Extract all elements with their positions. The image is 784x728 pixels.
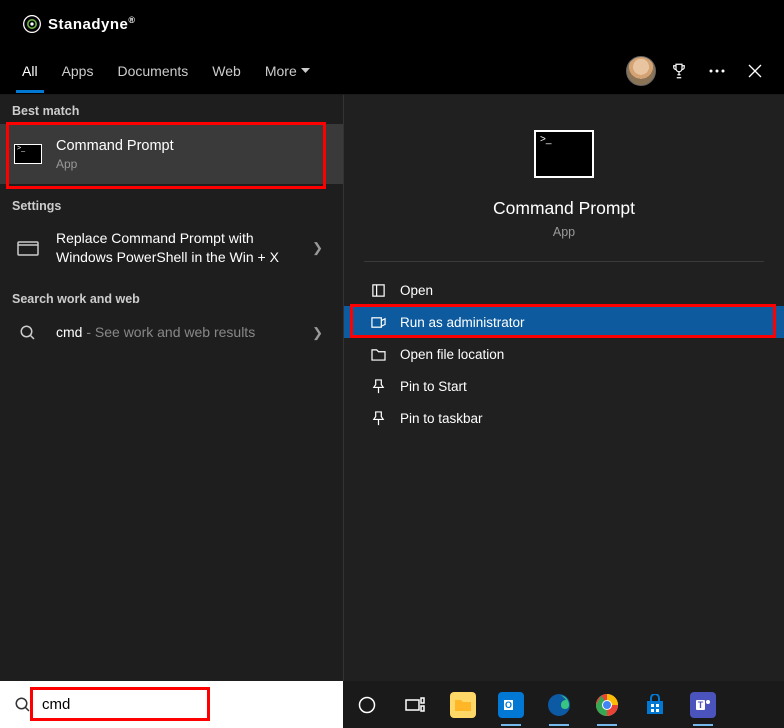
- action-pin-to-start[interactable]: Pin to Start: [344, 370, 784, 402]
- search-box[interactable]: [0, 681, 343, 728]
- avatar-icon: [626, 56, 656, 86]
- detail-title: Command Prompt: [384, 198, 744, 219]
- edge-icon: [546, 692, 572, 718]
- action-label: Open file location: [400, 347, 504, 362]
- task-view-icon: [405, 697, 425, 713]
- cortana-button[interactable]: [343, 681, 391, 728]
- pin-icon: [370, 410, 386, 426]
- chevron-right-icon: ❯: [312, 325, 323, 341]
- taskbar-file-explorer[interactable]: [439, 681, 487, 728]
- action-pin-to-taskbar[interactable]: Pin to taskbar: [344, 402, 784, 434]
- action-label: Run as administrator: [400, 315, 525, 330]
- best-match-result[interactable]: Command Prompt App: [0, 124, 343, 184]
- tab-web[interactable]: Web: [200, 50, 253, 92]
- brand-logo: Stanadyne®: [22, 14, 136, 34]
- close-icon: [748, 64, 762, 78]
- trophy-icon: [670, 62, 688, 80]
- web-result-prefix: cmd: [56, 324, 82, 340]
- result-subtitle: App: [56, 157, 329, 171]
- tab-all[interactable]: All: [10, 50, 50, 92]
- command-prompt-icon-large: [534, 130, 594, 178]
- brand-icon: [22, 14, 42, 34]
- taskbar: O T: [343, 681, 784, 728]
- search-results-panel: Best match Command Prompt App Settings R…: [0, 95, 784, 681]
- web-label: Search work and web: [0, 283, 343, 312]
- chevron-down-icon: [301, 68, 310, 74]
- close-button[interactable]: [736, 47, 774, 95]
- store-icon: [642, 692, 668, 718]
- taskbar-outlook[interactable]: O: [487, 681, 535, 728]
- brand-name: Stanadyne®: [48, 15, 136, 33]
- detail-subtitle: App: [384, 225, 744, 239]
- result-title: Command Prompt: [56, 137, 329, 156]
- results-list: Best match Command Prompt App Settings R…: [0, 95, 343, 681]
- pin-icon: [370, 378, 386, 394]
- settings-result-title: Replace Command Prompt with Windows Powe…: [56, 229, 298, 267]
- search-icon: [14, 322, 42, 344]
- chevron-right-icon: ❯: [312, 240, 323, 256]
- task-view-button[interactable]: [391, 681, 439, 728]
- options-button[interactable]: [698, 47, 736, 95]
- action-label: Open: [400, 283, 433, 298]
- taskbar-store[interactable]: [631, 681, 679, 728]
- detail-header: Command Prompt App: [364, 95, 764, 262]
- action-label: Pin to taskbar: [400, 411, 483, 426]
- outlook-icon: O: [498, 692, 524, 718]
- teams-icon: T: [690, 692, 716, 718]
- taskbar-chrome[interactable]: [583, 681, 631, 728]
- action-open-file-location[interactable]: Open file location: [344, 338, 784, 370]
- result-detail-panel: Command Prompt App Open Run as administr…: [343, 95, 784, 681]
- user-avatar[interactable]: [622, 47, 660, 95]
- web-result[interactable]: cmd - See work and web results ❯: [0, 312, 343, 354]
- web-result-suffix: - See work and web results: [82, 324, 255, 340]
- brand-bar: Stanadyne®: [0, 0, 784, 47]
- shield-icon: [370, 314, 386, 330]
- folder-icon: [450, 692, 476, 718]
- ellipsis-icon: [709, 69, 725, 73]
- settings-result[interactable]: Replace Command Prompt with Windows Powe…: [0, 219, 343, 277]
- folder-icon: [370, 346, 386, 362]
- search-scope-tabs: All Apps Documents Web More: [0, 47, 784, 95]
- settings-icon: [14, 237, 42, 259]
- best-match-label: Best match: [0, 95, 343, 124]
- svg-text:O: O: [505, 700, 512, 710]
- action-run-as-administrator[interactable]: Run as administrator: [344, 306, 784, 338]
- chrome-icon: [594, 692, 620, 718]
- open-icon: [370, 282, 386, 298]
- taskbar-teams[interactable]: T: [679, 681, 727, 728]
- taskbar-edge[interactable]: [535, 681, 583, 728]
- tab-apps[interactable]: Apps: [50, 50, 106, 92]
- search-icon: [14, 696, 32, 714]
- search-input[interactable]: [42, 696, 329, 713]
- action-open[interactable]: Open: [344, 274, 784, 306]
- tab-documents[interactable]: Documents: [105, 50, 200, 92]
- command-prompt-icon: [14, 143, 42, 165]
- circle-icon: [357, 695, 377, 715]
- tab-more[interactable]: More: [253, 50, 322, 92]
- rewards-button[interactable]: [660, 47, 698, 95]
- settings-label: Settings: [0, 190, 343, 219]
- detail-actions: Open Run as administrator Open file loca…: [344, 262, 784, 446]
- action-label: Pin to Start: [400, 379, 467, 394]
- svg-text:T: T: [698, 700, 704, 710]
